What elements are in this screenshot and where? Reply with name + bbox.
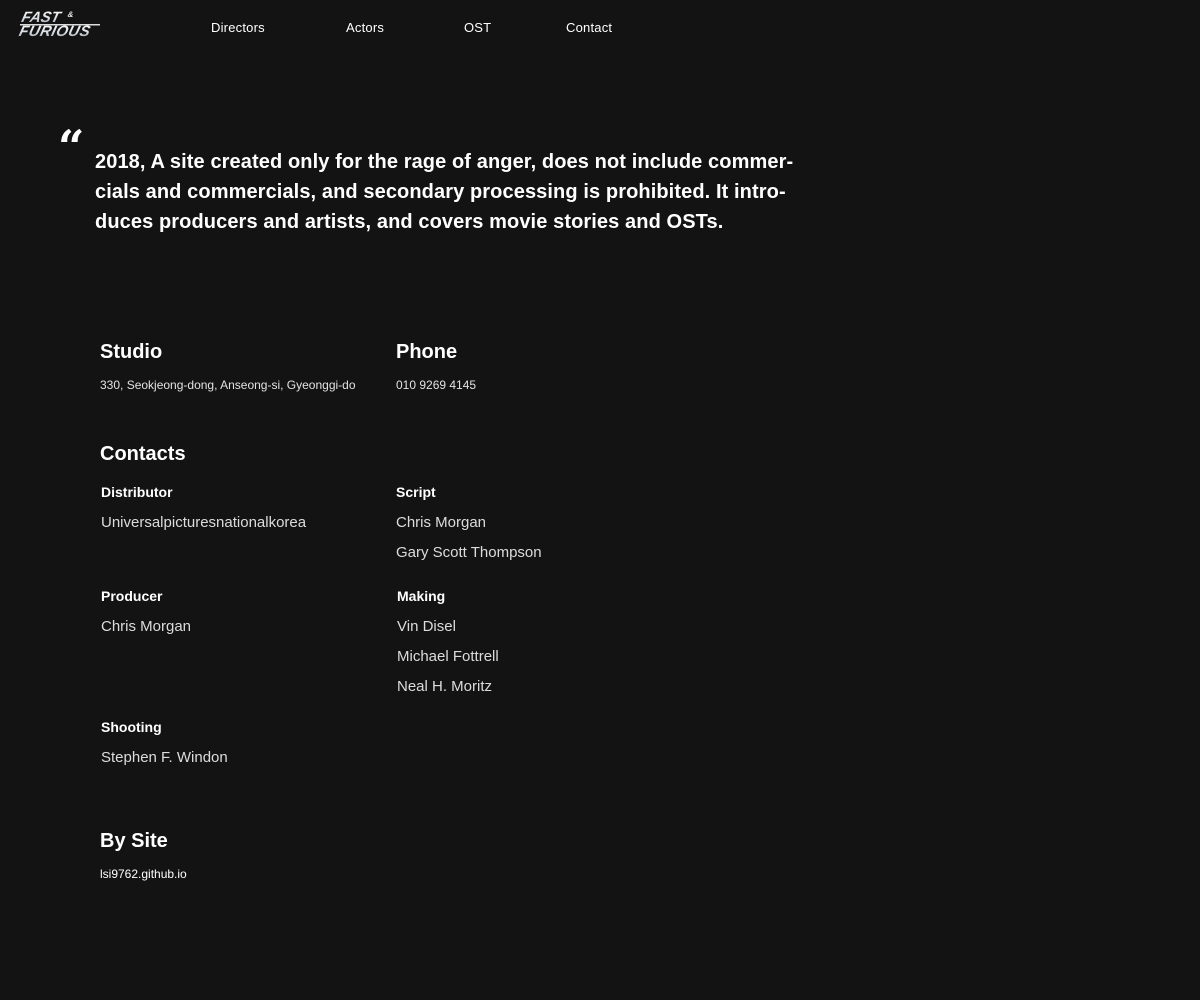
fast-furious-logo: FAST & FURIOUS <box>18 9 100 39</box>
by-site-heading: By Site <box>100 830 168 852</box>
shooting-names: Stephen F. Windon <box>101 743 228 773</box>
distributor-title: Distributor <box>101 484 173 500</box>
studio-address: 330, Seokjeong-dong, Anseong-si, Gyeongg… <box>100 378 356 392</box>
producer-title: Producer <box>101 588 163 604</box>
making-name: Vin Disel <box>397 618 456 635</box>
site-url-link[interactable]: lsi9762.github.io <box>100 867 187 881</box>
script-name: Gary Scott Thompson <box>396 544 542 561</box>
svg-text:&: & <box>67 10 75 19</box>
svg-text:FURIOUS: FURIOUS <box>18 23 92 39</box>
contacts-heading: Contacts <box>100 443 186 465</box>
script-title: Script <box>396 484 436 500</box>
shooting-name: Stephen F. Windon <box>101 749 228 766</box>
distributor-names: Universalpicturesnationalkorea <box>101 508 306 538</box>
phone-heading: Phone <box>396 341 458 363</box>
making-name: Michael Fottrell <box>397 648 499 665</box>
making-name: Neal H. Moritz <box>397 678 493 695</box>
script-name: Chris Morgan <box>396 514 487 531</box>
nav-link-directors[interactable]: Directors <box>211 20 265 35</box>
phone-number: 010 9269 4145 <box>396 378 477 392</box>
producer-name: Chris Morgan <box>101 618 192 635</box>
quote-mark-icon: “ <box>58 120 85 174</box>
quote-text: 2018, A site created only for the rage o… <box>95 151 794 233</box>
shooting-title: Shooting <box>101 719 162 735</box>
nav-link-contact[interactable]: Contact <box>566 20 612 35</box>
studio-heading: Studio <box>100 341 163 363</box>
nav-link-actors[interactable]: Actors <box>346 20 384 35</box>
producer-names: Chris Morgan <box>101 612 191 642</box>
script-names: Chris Morgan Gary Scott Thompson <box>396 508 542 568</box>
making-names: Vin Disel Michael Fottrell Neal H. Morit… <box>397 612 499 702</box>
making-title: Making <box>397 588 446 604</box>
site-header: FAST & FURIOUS Directors Actors OST Cont… <box>0 0 1200 56</box>
distributor-name: Universalpicturesnationalkorea <box>101 514 307 531</box>
nav-link-ost[interactable]: OST <box>464 20 491 35</box>
